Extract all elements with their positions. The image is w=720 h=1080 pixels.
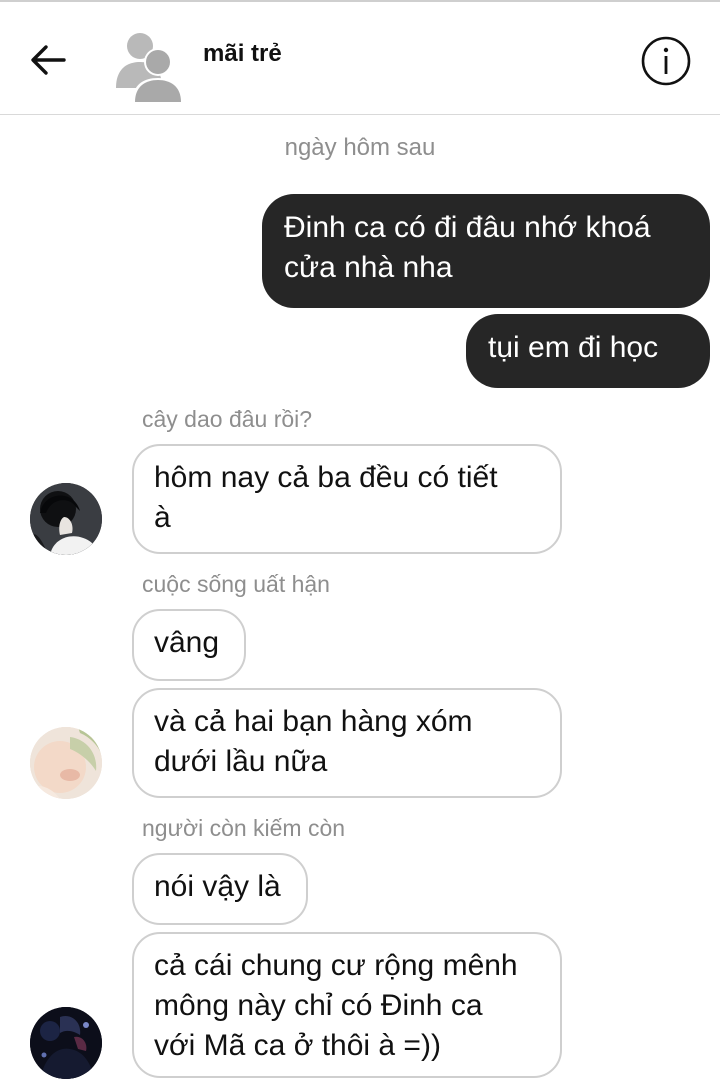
timestamp: ngày hôm sau — [284, 134, 436, 161]
top-divider — [0, 0, 720, 2]
sent-message[interactable]: tụi em đi học — [466, 314, 710, 388]
arrow-left-icon — [31, 45, 66, 75]
info-icon — [641, 36, 691, 86]
received-message[interactable]: hôm nay cả ba đều có tiết à — [132, 444, 562, 554]
back-button[interactable] — [26, 38, 70, 82]
sender-name: cây dao đâu rồi? — [142, 406, 313, 432]
received-message[interactable]: nói vậy là — [132, 853, 308, 925]
group-avatar-icon[interactable] — [114, 28, 184, 104]
sender-name: cuộc sống uất hận — [142, 571, 330, 597]
info-button[interactable] — [640, 35, 692, 87]
avatar[interactable] — [30, 1007, 102, 1079]
chat-title[interactable]: mãi trẻ — [203, 40, 282, 68]
avatar[interactable] — [30, 727, 102, 799]
received-message[interactable]: cả cái chung cư rộng mênh mông này chỉ c… — [132, 932, 562, 1078]
received-message[interactable]: vâng — [132, 609, 246, 681]
sender-name: người còn kiếm còn — [142, 815, 346, 841]
sent-message[interactable]: Đinh ca có đi đâu nhớ khoá cửa nhà nha — [262, 194, 710, 308]
avatar[interactable] — [30, 483, 102, 555]
received-message[interactable]: và cả hai bạn hàng xóm dưới lầu nữa — [132, 688, 562, 798]
chat-header: mãi trẻ — [0, 0, 720, 115]
